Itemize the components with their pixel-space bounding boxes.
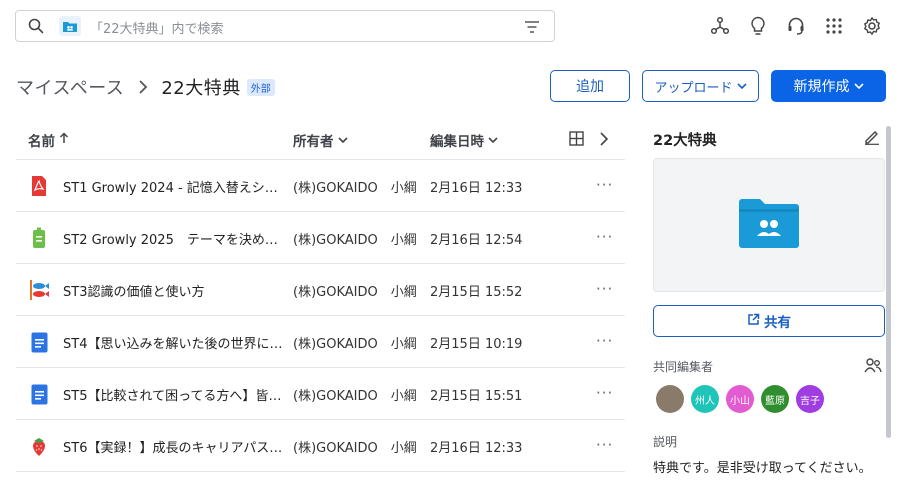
column-header-name[interactable]: 名前 [28,130,69,150]
column-header-owner-label: 所有者 [293,134,334,150]
breadcrumb: マイスペース 22大特典 外部 [16,74,275,100]
create-new-button-label: 新規作成 [793,79,850,95]
table-row[interactable]: ST3認識の価値と使い方 (株)GOKAIDO 小綱 2月15日 15:52 ·… [16,264,625,316]
document-icon [28,383,50,405]
breadcrumb-root[interactable]: マイスペース [16,74,124,100]
more-options-icon[interactable]: ··· [596,280,613,298]
lightbulb-icon[interactable] [746,14,769,37]
avatar[interactable]: 州人 [691,385,719,413]
chevron-down-icon [337,132,348,148]
pencil-icon[interactable] [864,129,880,149]
file-modified: 2月15日 10:19 [430,337,523,352]
table-row[interactable]: ST4【思い込みを解いた後の世界につ… (株)GOKAIDO 小綱 2月15日 … [16,316,625,368]
folder-preview [653,158,885,292]
add-button-label: 追加 [576,79,604,95]
search-bar[interactable]: 「22大特典」内で検索 [15,10,555,42]
top-toolbar [708,14,883,37]
file-owner: (株)GOKAIDO 小綱 [293,285,417,300]
document-icon [28,331,50,353]
avatar[interactable]: 小山 [726,385,754,413]
more-options-icon[interactable]: ··· [596,332,613,350]
grid-view-icon[interactable] [569,131,584,146]
more-options-icon[interactable]: ··· [596,176,613,194]
upload-button-label: アップロード [654,80,733,96]
file-modified: 2月15日 15:52 [430,285,523,300]
column-header-name-label: 名前 [28,134,55,150]
pdf-icon [28,175,50,197]
column-header-modified-label: 編集日時 [430,134,484,150]
more-options-icon[interactable]: ··· [596,384,613,402]
description-text: 特典です。是非受け取ってください。 [653,461,872,476]
file-name[interactable]: ST4【思い込みを解いた後の世界につ… [63,333,285,352]
fish-icon [28,279,50,301]
file-owner: (株)GOKAIDO 小綱 [293,441,417,456]
app-grid-icon[interactable] [822,14,845,37]
shared-folder-icon [59,16,81,36]
details-title: 22大特典 [653,133,717,149]
avatar[interactable]: 藍原 [761,385,789,413]
file-modified: 2月15日 15:51 [430,389,523,404]
file-owner: (株)GOKAIDO 小綱 [293,233,417,248]
file-modified: 2月16日 12:33 [430,441,523,456]
add-button[interactable]: 追加 [550,70,630,102]
file-name[interactable]: ST1 Growly 2024 - 記憶入替えシー… [63,177,285,196]
scrollbar[interactable] [886,126,891,438]
file-modified: 2月16日 12:33 [430,181,523,196]
share-button-label: 共有 [764,315,791,331]
table-row[interactable]: ST5【比較されて困ってる方へ】皆が同… (株)GOKAIDO 小綱 2月15日… [16,368,625,420]
more-options-icon[interactable]: ··· [596,436,613,454]
column-header-owner[interactable]: 所有者 [293,130,348,150]
more-options-icon[interactable]: ··· [596,228,613,246]
battery-icon [28,227,50,249]
chevron-down-icon [488,132,498,148]
create-new-button[interactable]: 新規作成 [771,70,886,102]
collaborator-avatars: 州人 小山 藍原 吉子 [656,385,824,413]
arrow-up-icon [59,132,69,148]
file-owner: (株)GOKAIDO 小綱 [293,337,417,352]
share-network-icon[interactable] [708,14,731,37]
chevron-right-icon [138,79,148,95]
table-row[interactable]: ST2 Growly 2025 テーマを決めて… (株)GOKAIDO 小綱 2… [16,212,625,264]
file-modified: 2月16日 12:54 [430,233,523,248]
file-name[interactable]: ST3認識の価値と使い方 [63,281,285,300]
page-title: 22大特典 [161,78,241,99]
file-name[interactable]: ST6【実録！】成長のキャリアパス図… [63,437,285,456]
table-header: 名前 所有者 編集日時 [16,120,625,160]
description-label: 説明 [653,435,678,449]
avatar[interactable]: 吉子 [796,385,824,413]
table-row[interactable]: ST1 Growly 2024 - 記憶入替えシー… (株)GOKAIDO 小綱… [16,160,625,212]
table-row[interactable]: ST6【実録！】成長のキャリアパス図… (株)GOKAIDO 小綱 2月16日 … [16,420,625,472]
file-owner: (株)GOKAIDO 小綱 [293,181,417,196]
search-placeholder: 「22大特典」内で検索 [90,22,224,37]
share-icon [747,313,760,330]
collaborators-label: 共同編集者 [653,360,714,374]
filter-icon[interactable] [524,19,540,38]
column-header-modified[interactable]: 編集日時 [430,130,498,150]
file-name[interactable]: ST2 Growly 2025 テーマを決めて… [63,229,285,248]
share-button[interactable]: 共有 [653,305,885,337]
strawberry-icon [28,435,50,457]
gear-icon[interactable] [860,14,883,37]
file-owner: (株)GOKAIDO 小綱 [293,389,417,404]
chevron-down-icon [736,79,747,94]
chevron-down-icon [853,78,864,94]
avatar[interactable] [656,385,684,413]
add-collaborator-icon[interactable] [864,357,882,377]
external-badge: 外部 [246,78,275,96]
chevron-right-icon[interactable] [599,131,609,147]
file-name[interactable]: ST5【比較されて困ってる方へ】皆が同… [63,385,285,404]
search-icon [28,18,44,38]
upload-button[interactable]: アップロード [642,70,759,102]
shared-folder-icon [737,196,801,254]
headset-icon[interactable] [784,14,807,37]
